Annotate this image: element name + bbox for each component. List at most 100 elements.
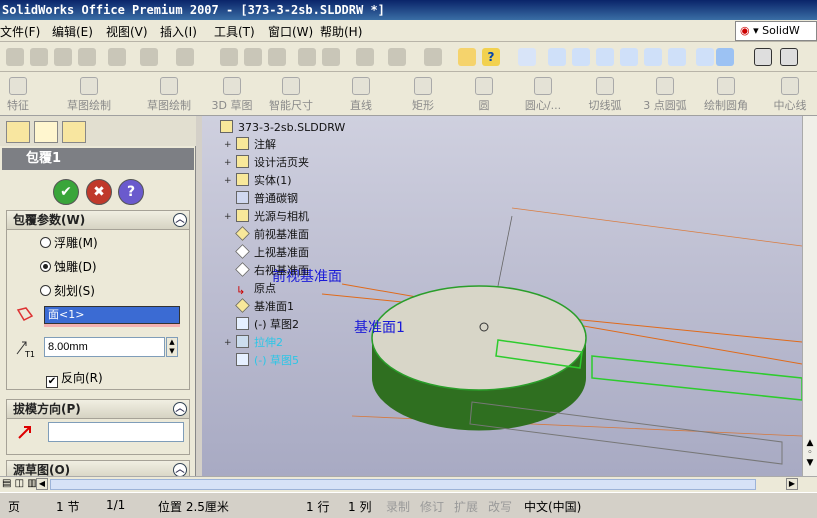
pan-move-icon[interactable] bbox=[696, 48, 714, 66]
reverse-checkbox[interactable]: ✔ 反向(R) bbox=[46, 369, 103, 388]
select-icon[interactable] bbox=[220, 48, 238, 66]
sketch-tab[interactable]: 草图绘制 bbox=[58, 72, 120, 116]
grid-icon[interactable] bbox=[298, 48, 316, 66]
features-tab[interactable]: 特征 bbox=[0, 72, 36, 116]
tree-item-design-binder[interactable]: 设计活页夹 bbox=[236, 155, 309, 171]
undo-icon[interactable] bbox=[140, 48, 158, 66]
clipboard-icon[interactable] bbox=[78, 48, 96, 66]
tree-item-front-plane[interactable]: 前视基准面 bbox=[235, 226, 309, 243]
section-view-icon[interactable] bbox=[780, 48, 798, 66]
tangent-arc-button[interactable]: 切线弧 bbox=[580, 72, 630, 116]
light-icon[interactable] bbox=[268, 48, 286, 66]
cancel-button[interactable]: ✖ bbox=[86, 179, 112, 205]
feature-manager-tab[interactable] bbox=[6, 121, 30, 143]
tree-item-sketch5[interactable]: (-) 草图5 bbox=[236, 353, 299, 369]
expand-icon[interactable]: + bbox=[224, 140, 232, 150]
face-selection-box[interactable]: 面<1> bbox=[44, 306, 180, 324]
rotate-icon[interactable] bbox=[644, 48, 662, 66]
expand-icon[interactable]: + bbox=[224, 212, 232, 222]
3pt-arc-button[interactable]: 3 点圆弧 bbox=[636, 72, 694, 116]
pan-icon[interactable] bbox=[668, 48, 686, 66]
collapse-icon[interactable]: ︿ bbox=[173, 213, 187, 227]
scroll-right-icon[interactable]: ▶ bbox=[786, 478, 798, 490]
tree-item-right-plane[interactable]: 右视基准面 bbox=[235, 262, 309, 279]
help-button[interactable]: ? bbox=[118, 179, 144, 205]
zoom-selection-icon[interactable] bbox=[620, 48, 638, 66]
new-icon[interactable] bbox=[6, 48, 24, 66]
menu-tools[interactable]: 工具(T) bbox=[214, 23, 255, 40]
draft-direction-input[interactable] bbox=[48, 422, 184, 442]
view-mode-icon[interactable]: ▤ ◫ ▥ bbox=[2, 478, 37, 489]
menu-help[interactable]: 帮助(H) bbox=[320, 23, 362, 40]
thickness-spinner[interactable]: ▲ ▼ bbox=[166, 337, 178, 357]
menu-insert[interactable]: 插入(I) bbox=[160, 23, 197, 40]
menu-window[interactable]: 窗口(W) bbox=[268, 23, 313, 40]
scroll-thumb[interactable] bbox=[50, 479, 756, 490]
draft-direction-header[interactable]: 拔模方向(P) ︿ bbox=[6, 399, 190, 419]
zoom-area-icon[interactable] bbox=[572, 48, 590, 66]
radio-scribe[interactable]: 刻划(S) bbox=[40, 282, 95, 299]
radio-emboss[interactable]: 浮雕(M) bbox=[40, 234, 98, 251]
tree-item-sketch2[interactable]: (-) 草图2 bbox=[236, 317, 299, 333]
cube-icon[interactable] bbox=[388, 48, 406, 66]
status-extend[interactable]: 扩展 bbox=[454, 498, 478, 515]
configuration-manager-tab[interactable] bbox=[62, 121, 86, 143]
vertical-scrollbar[interactable]: ▲ ◦ ▼ bbox=[802, 116, 817, 476]
view-orientation-icon[interactable] bbox=[716, 48, 734, 66]
menu-edit[interactable]: 编辑(E) bbox=[52, 23, 93, 40]
expand-icon[interactable]: + bbox=[224, 176, 232, 186]
menu-view[interactable]: 视图(V) bbox=[106, 23, 148, 40]
tree-item-plane1[interactable]: 基准面1 bbox=[235, 298, 294, 315]
sketch-icon bbox=[236, 317, 249, 330]
tree-item-solid-bodies[interactable]: 实体(1) bbox=[236, 173, 292, 189]
graphics-area[interactable]: 前视基准面 基准面1 373-3-2sb.SLDDRW + 注解 + 设计活页夹… bbox=[202, 116, 802, 476]
thickness-input[interactable] bbox=[44, 337, 165, 357]
options-icon[interactable] bbox=[322, 48, 340, 66]
save-icon[interactable] bbox=[30, 48, 48, 66]
note-icon[interactable] bbox=[458, 48, 476, 66]
tree-item-origin[interactable]: ↳ 原点 bbox=[236, 281, 276, 297]
tree-item-annotations[interactable]: 注解 bbox=[236, 137, 276, 153]
status-record[interactable]: 录制 bbox=[386, 498, 410, 515]
print-icon[interactable] bbox=[54, 48, 72, 66]
tree-root[interactable]: 373-3-2sb.SLDDRW bbox=[220, 120, 345, 136]
sketch-fillet-button[interactable]: 绘制圆角 bbox=[698, 72, 754, 116]
property-manager-tab[interactable] bbox=[34, 121, 58, 143]
collapse-icon[interactable]: ︿ bbox=[173, 463, 187, 477]
display-style-icon[interactable] bbox=[754, 48, 772, 66]
menu-file[interactable]: 文件(F) bbox=[0, 23, 40, 40]
sketch-button[interactable]: 草图绘制 bbox=[138, 72, 200, 116]
tree-item-lights[interactable]: 光源与相机 bbox=[236, 209, 309, 225]
window-icon[interactable] bbox=[424, 48, 442, 66]
scroll-arrows-icon[interactable]: ▲ ◦ ▼ bbox=[804, 438, 816, 468]
help-icon[interactable]: ? bbox=[482, 48, 500, 66]
tree-item-extrude2[interactable]: 拉伸2 bbox=[236, 335, 283, 351]
zoom-fit-icon[interactable] bbox=[548, 48, 566, 66]
rectangle-button[interactable]: 矩形 bbox=[398, 72, 448, 116]
wrap-params-header[interactable]: 包覆参数(W) ︿ bbox=[6, 210, 190, 230]
scroll-left-icon[interactable]: ◀ bbox=[36, 478, 48, 490]
circle-button[interactable]: 圆 bbox=[462, 72, 506, 116]
centerline-button[interactable]: 中心线 bbox=[764, 72, 816, 116]
status-overtype[interactable]: 改写 bbox=[488, 498, 512, 515]
horizontal-scrollbar[interactable]: ▤ ◫ ▥ ◀ ▶ bbox=[0, 476, 817, 492]
expand-icon[interactable]: + bbox=[224, 158, 232, 168]
tree-item-top-plane[interactable]: 上视基准面 bbox=[235, 244, 309, 261]
center-arc-button[interactable]: 圆心/... bbox=[512, 72, 574, 116]
paint-icon[interactable] bbox=[108, 48, 126, 66]
collapse-icon[interactable]: ︿ bbox=[173, 402, 187, 416]
smart-dimension-button[interactable]: 智能尺寸 bbox=[260, 72, 322, 116]
tree-item-material[interactable]: 普通碳钢 bbox=[236, 191, 298, 207]
redo-icon[interactable] bbox=[176, 48, 194, 66]
line-button[interactable]: 直线 bbox=[336, 72, 386, 116]
3d-sketch-button[interactable]: 3D 草图 bbox=[204, 72, 260, 116]
pin-icon[interactable] bbox=[518, 48, 536, 66]
ok-button[interactable]: ✔ bbox=[53, 179, 79, 205]
expand-icon[interactable]: + bbox=[224, 338, 232, 348]
measure-icon[interactable] bbox=[356, 48, 374, 66]
zoom-in-out-icon[interactable] bbox=[596, 48, 614, 66]
status-revision[interactable]: 修订 bbox=[420, 498, 444, 515]
rebuild-icon[interactable] bbox=[244, 48, 262, 66]
radio-deboss[interactable]: 蚀雕(D) bbox=[40, 258, 97, 275]
solidworks-brand-menu[interactable]: ◉ ▾ SolidW bbox=[735, 21, 817, 41]
